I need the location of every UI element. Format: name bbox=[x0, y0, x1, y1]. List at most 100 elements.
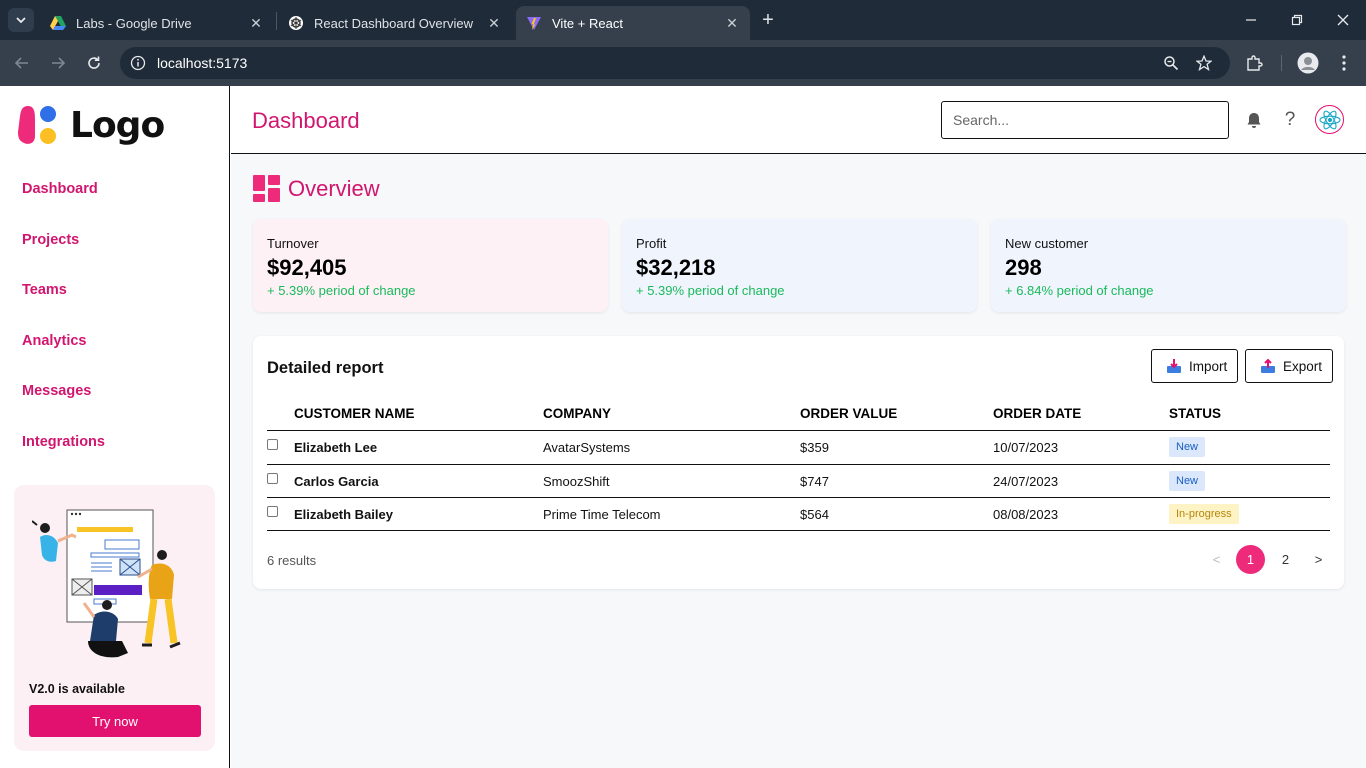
upgrade-promo-card: V2.0 is available Try now bbox=[14, 485, 215, 751]
column-header-status[interactable]: STATUS bbox=[1169, 406, 1221, 421]
restore-button[interactable] bbox=[1274, 0, 1320, 40]
react-logo-icon bbox=[1318, 110, 1341, 129]
column-header-order-value[interactable]: ORDER VALUE bbox=[800, 406, 897, 421]
arrow-right-icon bbox=[52, 57, 66, 69]
order-date: 24/07/2023 bbox=[993, 474, 1059, 489]
pagination-page-1[interactable]: 1 bbox=[1236, 545, 1265, 574]
order-date: 10/07/2023 bbox=[993, 440, 1059, 455]
help-button[interactable]: ? bbox=[1278, 108, 1302, 132]
stat-label: New customer bbox=[1005, 236, 1089, 251]
page-title: Dashboard bbox=[252, 108, 360, 133]
profile-button[interactable] bbox=[1296, 51, 1320, 75]
pagination-page-2[interactable]: 2 bbox=[1271, 545, 1300, 574]
stat-value: 298 bbox=[1005, 255, 1042, 280]
column-header-customer-name[interactable]: CUSTOMER NAME bbox=[294, 406, 415, 421]
zoom-button[interactable] bbox=[1159, 47, 1183, 79]
promo-text: V2.0 is available bbox=[29, 682, 125, 696]
page-viewport: Logo Dashboard Projects Teams Analytics … bbox=[0, 86, 1366, 768]
customer-name: Elizabeth Lee bbox=[294, 440, 378, 455]
export-label: Export bbox=[1283, 358, 1323, 374]
reload-button[interactable] bbox=[82, 51, 106, 75]
tab-title: Vite + React bbox=[552, 15, 623, 31]
puzzle-icon bbox=[1247, 55, 1263, 71]
question-mark-icon: ? bbox=[1284, 109, 1296, 130]
sidebar-item-dashboard[interactable]: Dashboard bbox=[22, 179, 105, 230]
sidebar-item-teams[interactable]: Teams bbox=[22, 280, 105, 331]
order-value: $359 bbox=[800, 440, 829, 455]
browser-toolbar: localhost:5173 bbox=[0, 40, 1366, 86]
tab-separator bbox=[276, 12, 277, 30]
star-icon bbox=[1196, 55, 1212, 71]
column-header-order-date[interactable]: ORDER DATE bbox=[993, 406, 1081, 421]
order-date: 08/08/2023 bbox=[993, 507, 1059, 522]
status-badge: New bbox=[1169, 471, 1206, 491]
site-info-icon[interactable] bbox=[130, 55, 146, 71]
close-tab-icon[interactable]: ✕ bbox=[248, 15, 264, 31]
address-bar[interactable]: localhost:5173 bbox=[120, 47, 1230, 79]
sidebar-item-projects[interactable]: Projects bbox=[22, 230, 105, 281]
order-value: $747 bbox=[800, 474, 829, 489]
close-window-button[interactable] bbox=[1320, 0, 1366, 40]
column-header-company[interactable]: COMPANY bbox=[543, 406, 611, 421]
export-button[interactable]: Export bbox=[1245, 349, 1334, 383]
restore-icon bbox=[1291, 14, 1303, 26]
back-button[interactable] bbox=[10, 51, 34, 75]
browser-tab-bar: Labs - Google Drive ✕ React Dashboard Ov… bbox=[0, 0, 1366, 40]
stat-card-turnover: Turnover $92,405 + 5.39% period of chang… bbox=[253, 219, 608, 312]
stat-value: $32,218 bbox=[636, 255, 716, 280]
toolbar-divider bbox=[1281, 55, 1282, 71]
browser-tab-google-drive[interactable]: Labs - Google Drive ✕ bbox=[40, 6, 274, 40]
sidebar-item-messages[interactable]: Messages bbox=[22, 381, 105, 432]
stat-card-profit: Profit $32,218 + 5.39% period of change bbox=[622, 219, 977, 312]
search-input[interactable] bbox=[941, 101, 1229, 139]
sidebar-menu: Dashboard Projects Teams Analytics Messa… bbox=[22, 179, 105, 482]
notifications-button[interactable] bbox=[1242, 108, 1266, 132]
logo[interactable]: Logo bbox=[18, 104, 165, 146]
company: AvatarSystems bbox=[543, 440, 631, 455]
new-tab-button[interactable]: + bbox=[758, 10, 778, 30]
close-tab-icon[interactable]: ✕ bbox=[486, 15, 502, 31]
row-checkbox[interactable] bbox=[267, 473, 278, 484]
browser-tab-react-dashboard[interactable]: React Dashboard Overview ✕ bbox=[278, 6, 512, 40]
close-tab-icon[interactable]: ✕ bbox=[724, 15, 740, 31]
pagination-prev[interactable]: < bbox=[1202, 545, 1231, 574]
row-checkbox[interactable] bbox=[267, 439, 278, 450]
sidebar-item-integrations[interactable]: Integrations bbox=[22, 432, 105, 483]
tab-search-button[interactable] bbox=[8, 8, 34, 32]
bell-icon bbox=[1247, 113, 1261, 128]
logo-text: Logo bbox=[70, 104, 165, 146]
overview-heading: Overview bbox=[253, 175, 380, 202]
top-header: Dashboard ? bbox=[231, 86, 1366, 154]
customer-name: Carlos Garcia bbox=[294, 474, 379, 489]
export-icon bbox=[1261, 358, 1275, 373]
table-row[interactable]: Elizabeth Lee AvatarSystems $359 10/07/2… bbox=[267, 431, 1330, 464]
row-checkbox[interactable] bbox=[267, 506, 278, 517]
import-button[interactable]: Import bbox=[1151, 349, 1239, 383]
minimize-button[interactable] bbox=[1228, 0, 1274, 40]
arrow-left-icon bbox=[14, 57, 28, 69]
browser-tab-vite-react[interactable]: Vite + React ✕ bbox=[516, 6, 750, 40]
stat-label: Turnover bbox=[267, 236, 319, 251]
chevron-down-icon bbox=[16, 17, 26, 24]
bookmark-button[interactable] bbox=[1192, 47, 1216, 79]
logo-icon bbox=[18, 106, 56, 144]
stat-value: $92,405 bbox=[267, 255, 347, 280]
forward-button[interactable] bbox=[46, 51, 70, 75]
sidebar-item-analytics[interactable]: Analytics bbox=[22, 331, 105, 382]
stat-change: + 5.39% period of change bbox=[636, 283, 785, 298]
results-count: 6 results bbox=[267, 553, 317, 568]
status-badge: In-progress bbox=[1169, 504, 1239, 524]
company: SmoozShift bbox=[543, 474, 610, 489]
browser-menu-button[interactable] bbox=[1332, 51, 1356, 75]
tab-title: Labs - Google Drive bbox=[76, 15, 192, 31]
google-drive-icon bbox=[50, 16, 66, 30]
table-row[interactable]: Carlos Garcia SmoozShift $747 24/07/2023… bbox=[267, 465, 1330, 498]
try-now-button[interactable]: Try now bbox=[29, 705, 201, 737]
pagination-next[interactable]: > bbox=[1304, 545, 1333, 574]
url-text: localhost:5173 bbox=[157, 55, 248, 71]
user-avatar[interactable] bbox=[1315, 105, 1344, 134]
main-content: Dashboard ? bbox=[231, 86, 1366, 768]
table-row[interactable]: Elizabeth Bailey Prime Time Telecom $564… bbox=[267, 498, 1330, 531]
extensions-button[interactable] bbox=[1242, 51, 1266, 75]
stat-card-new-customer: New customer 298 + 6.84% period of chang… bbox=[991, 219, 1346, 312]
